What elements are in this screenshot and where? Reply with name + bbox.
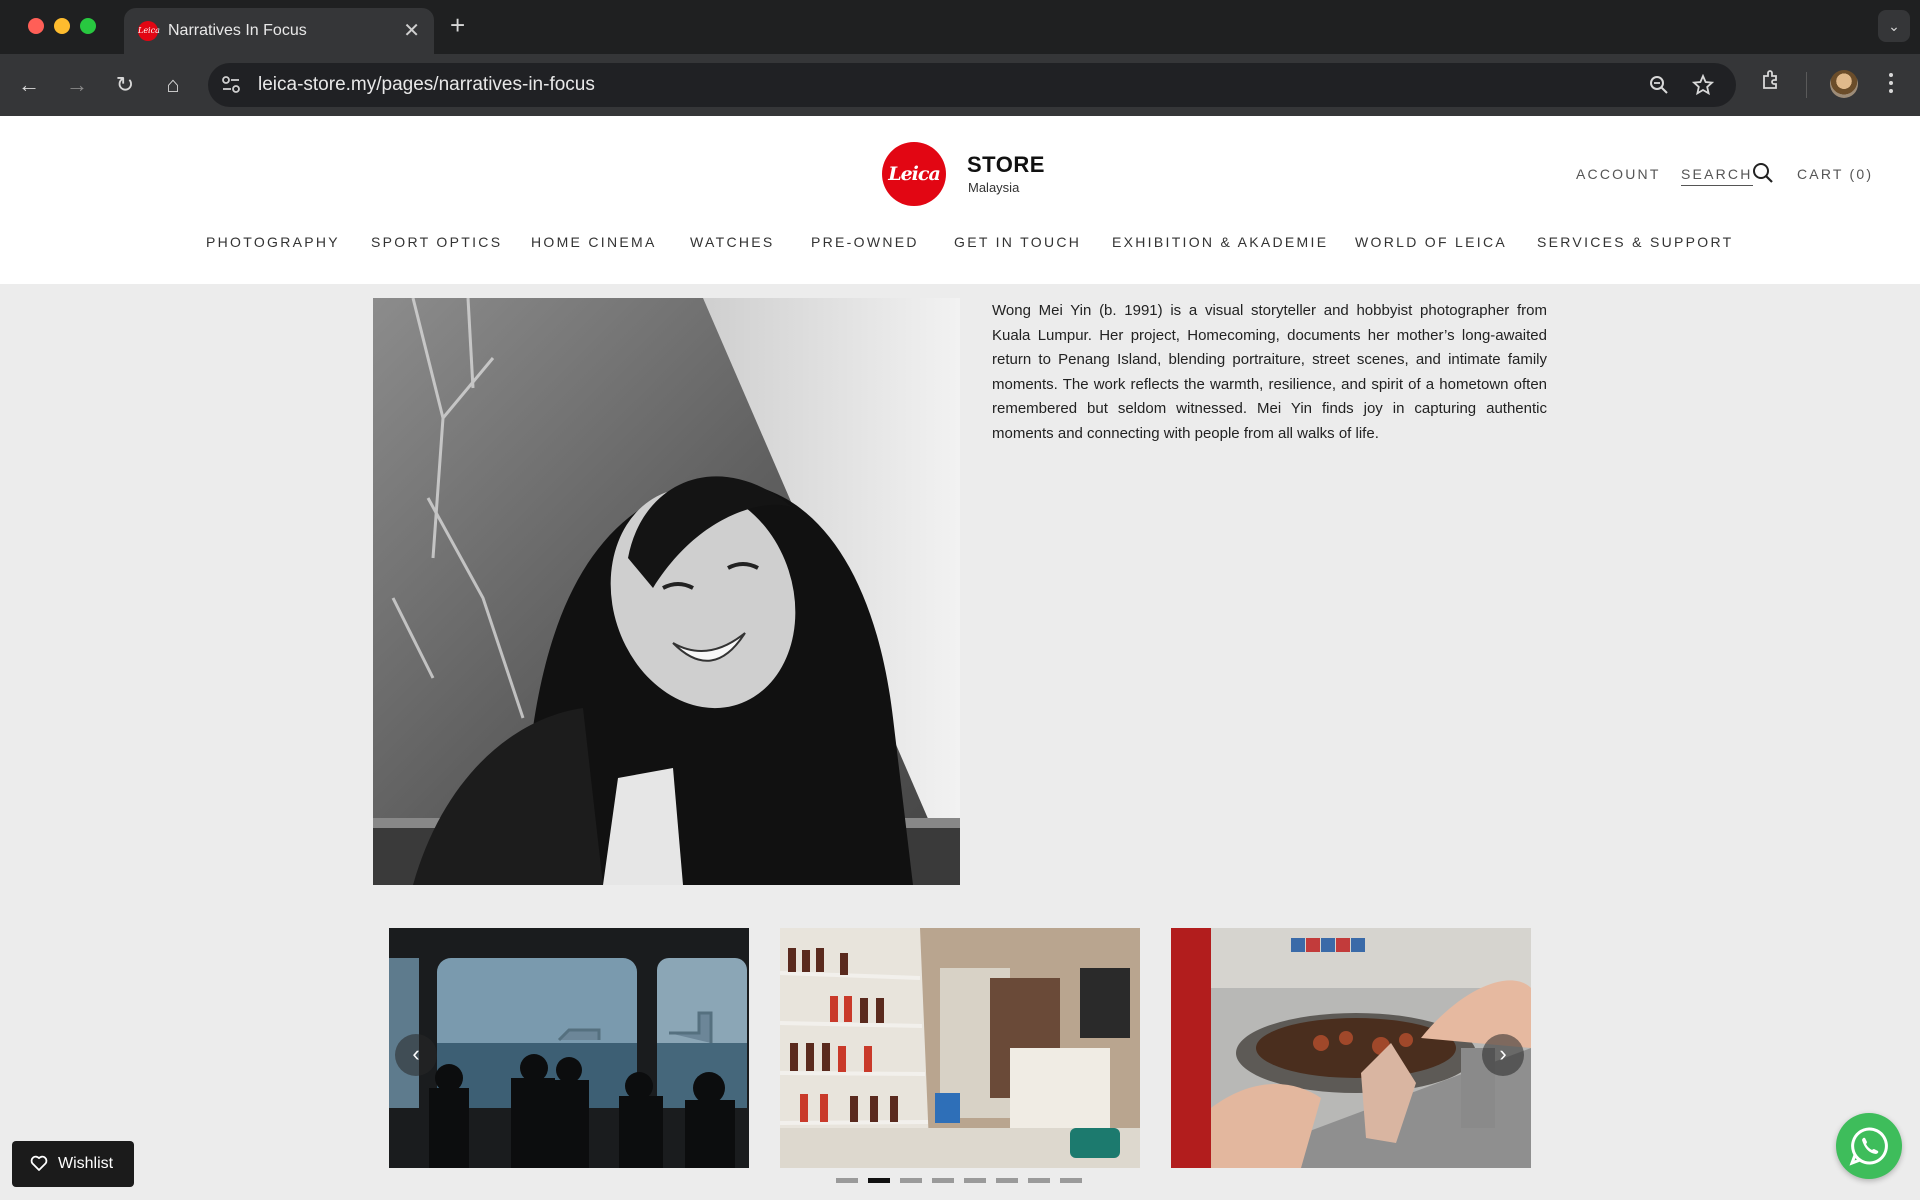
photographer-bio: Wong Mei Yin (b. 1991) is a visual story… (992, 302, 1547, 442)
maximize-window-button[interactable] (80, 18, 96, 34)
leica-logo: Leica (882, 142, 946, 206)
profile-avatar[interactable] (1830, 70, 1858, 98)
extensions-icon[interactable] (1760, 69, 1782, 91)
nav-item-watches[interactable]: WATCHES (690, 234, 775, 250)
nav-item-home-cinema[interactable]: HOME CINEMA (531, 234, 657, 250)
leica-favicon-icon: Leica (138, 21, 160, 41)
browser-tab[interactable]: Leica Narratives In Focus ✕ (124, 8, 434, 54)
address-bar[interactable]: leica-store.my/pages/narratives-in-focus (208, 63, 1736, 107)
carousel-dot[interactable] (996, 1178, 1018, 1183)
wishlist-button[interactable]: Wishlist (12, 1141, 134, 1187)
browser-toolbar: ← → ↻ ⌂ leica-store.my/pages/narratives-… (0, 54, 1920, 116)
site-header: Leica STORE Malaysia ACCOUNT SEARCH CART… (0, 116, 1920, 284)
search-link[interactable]: SEARCH (1681, 166, 1753, 186)
site-info-icon[interactable] (220, 74, 242, 96)
carousel-dot[interactable] (1060, 1178, 1082, 1183)
minimize-window-button[interactable] (54, 18, 70, 34)
photographer-portrait (373, 298, 960, 885)
carousel-dot[interactable] (836, 1178, 858, 1183)
account-link[interactable]: ACCOUNT (1576, 166, 1661, 182)
main-navigation: PHOTOGRAPHY SPORT OPTICS HOME CINEMA WAT… (0, 234, 1920, 258)
carousel-dot[interactable] (932, 1178, 954, 1183)
url-text[interactable]: leica-store.my/pages/narratives-in-focus (258, 74, 595, 96)
cart-link[interactable]: CART (0) (1797, 166, 1873, 182)
tab-close-icon[interactable]: ✕ (403, 18, 420, 43)
carousel-prev-button[interactable]: ‹ (395, 1034, 437, 1076)
reload-icon[interactable]: ↻ (110, 70, 140, 100)
home-icon[interactable]: ⌂ (158, 70, 188, 100)
nav-item-services-support[interactable]: SERVICES & SUPPORT (1537, 234, 1734, 250)
nav-item-get-in-touch[interactable]: GET IN TOUCH (954, 234, 1081, 250)
store-logo[interactable]: Leica STORE Malaysia (882, 142, 1045, 208)
nav-item-world-of-leica[interactable]: WORLD OF LEICA (1355, 234, 1507, 250)
nav-item-exhibition-akademie[interactable]: EXHIBITION & AKADEMIE (1112, 234, 1328, 250)
new-tab-button[interactable]: + (450, 10, 465, 41)
forward-arrow-icon[interactable]: → (62, 70, 92, 100)
heart-icon (30, 1155, 48, 1171)
gallery-image-cooking[interactable] (1171, 928, 1531, 1168)
carousel-dot[interactable] (900, 1178, 922, 1183)
nav-item-pre-owned[interactable]: PRE-OWNED (811, 234, 919, 250)
back-arrow-icon[interactable]: ← (14, 70, 44, 100)
whatsapp-chat-button[interactable] (1836, 1113, 1902, 1179)
carousel-dot-active[interactable] (868, 1178, 890, 1183)
wishlist-label: Wishlist (58, 1155, 114, 1172)
carousel-dot[interactable] (1028, 1178, 1050, 1183)
search-icon[interactable] (1752, 162, 1774, 184)
zoom-icon[interactable] (1648, 74, 1670, 96)
store-title: STORE (967, 152, 1045, 177)
tab-search-menu-icon[interactable]: ⌄ (1878, 10, 1910, 42)
store-subtitle: Malaysia (968, 180, 1020, 195)
browser-tab-bar: Leica Narratives In Focus ✕ + ⌄ (0, 0, 1920, 54)
nav-item-photography[interactable]: PHOTOGRAPHY (206, 234, 340, 250)
tab-title: Narratives In Focus (168, 22, 307, 39)
whatsapp-icon (1849, 1127, 1888, 1166)
gallery-image-shop[interactable] (780, 928, 1140, 1168)
carousel-next-button[interactable]: › (1482, 1034, 1524, 1076)
gallery-image-ferry[interactable] (389, 928, 749, 1168)
more-menu-icon[interactable] (1880, 68, 1902, 98)
nav-item-sport-optics[interactable]: SPORT OPTICS (371, 234, 502, 250)
close-window-button[interactable] (28, 18, 44, 34)
bookmark-star-icon[interactable] (1692, 74, 1714, 96)
toolbar-divider (1806, 72, 1807, 98)
carousel-dot[interactable] (964, 1178, 986, 1183)
